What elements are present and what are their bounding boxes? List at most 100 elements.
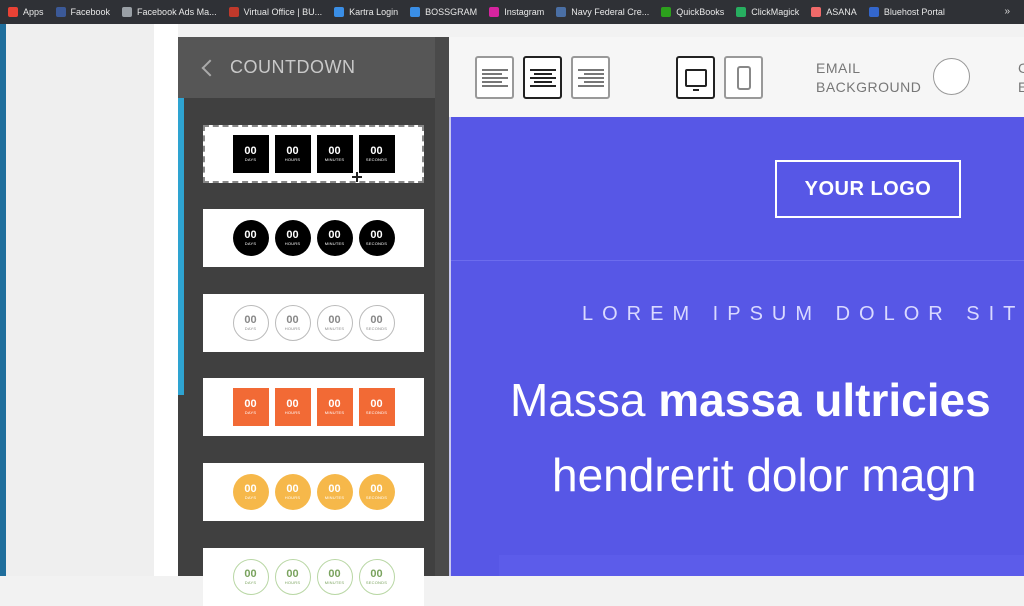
- countdown-value: 00: [244, 145, 257, 157]
- countdown-value: 00: [370, 229, 383, 241]
- countdown-value: 00: [328, 568, 341, 580]
- countdown-unit: 00 SECONDS: [358, 220, 395, 256]
- countdown-unit-label: SECONDS: [365, 326, 388, 331]
- preview-headline-line2[interactable]: hendrerit dolor magn: [552, 448, 976, 502]
- countdown-style-green-outline-circles[interactable]: 00 DAYS 00 HOURS 00 MINUTES 00 SECONDS: [203, 548, 424, 606]
- align-left-button[interactable]: [475, 56, 514, 99]
- bookmark-label: BOSSGRAM: [425, 7, 478, 17]
- email-background-label: EMAIL BACKGROUND: [816, 59, 926, 97]
- content-background-line2: E: [1018, 79, 1024, 95]
- bookmark-label: Facebook: [70, 7, 111, 17]
- countdown-unit: 00 DAYS: [232, 474, 269, 510]
- bookmark-item[interactable]: BOSSGRAM: [410, 7, 477, 17]
- countdown-value: 00: [328, 145, 341, 157]
- bookmark-item[interactable]: Bluehost Portal: [868, 7, 945, 17]
- globe-icon: [556, 7, 567, 17]
- countdown-unit: 00 DAYS: [232, 305, 269, 341]
- bookmark-label: Virtual Office | BU...: [243, 7, 323, 17]
- bookmark-item[interactable]: ASANA: [811, 7, 857, 17]
- countdown-unit: 00 MINUTES: [316, 388, 353, 426]
- preview-headline-line1[interactable]: Massa massa ultricies: [510, 373, 991, 427]
- bookmark-label: Bluehost Portal: [883, 7, 945, 17]
- countdown-value: 00: [244, 483, 257, 495]
- countdown-unit-label: DAYS: [244, 241, 257, 246]
- headline-regular: Massa: [510, 374, 659, 426]
- bluehost-icon: [868, 7, 879, 17]
- countdown-style-yellow-circles[interactable]: 00 DAYS 00 HOURS 00 MINUTES 00 SECONDS: [203, 463, 424, 521]
- back-chevron-icon[interactable]: [201, 59, 219, 76]
- countdown-style-black-squares[interactable]: 00 DAYS 00 HOURS 00 MINUTES 00 SECONDS: [203, 125, 424, 183]
- countdown-value: 00: [244, 568, 257, 580]
- countdown-value: 00: [328, 483, 341, 495]
- mobile-view-button[interactable]: [724, 56, 763, 99]
- bookmark-item[interactable]: Facebook Ads Ma...: [122, 7, 217, 17]
- email-preview[interactable]: YOUR LOGO LOREM IPSUM DOLOR SIT Massa ma…: [449, 117, 1024, 576]
- clickmagick-icon: [736, 7, 747, 17]
- countdown-value: 00: [370, 398, 383, 410]
- bookmark-item[interactable]: Kartra Login: [334, 7, 398, 17]
- countdown-value: 00: [370, 568, 383, 580]
- countdown-unit-label: HOURS: [284, 241, 301, 246]
- countdown-unit-label: SECONDS: [365, 410, 388, 415]
- bookmark-item[interactable]: QuickBooks: [661, 7, 724, 17]
- countdown-unit: 00 DAYS: [232, 388, 269, 426]
- countdown-unit: 00 HOURS: [274, 559, 311, 595]
- instagram-icon: [489, 7, 500, 17]
- left-margin: [154, 24, 178, 576]
- bookmark-item[interactable]: Virtual Office | BU...: [228, 7, 323, 17]
- countdown-unit-label: DAYS: [244, 157, 257, 162]
- countdown-unit-label: MINUTES: [324, 241, 345, 246]
- desktop-icon: [684, 68, 707, 91]
- content-background-label: C E: [1018, 59, 1024, 97]
- countdown-unit-label: SECONDS: [365, 157, 388, 162]
- bookmark-label: QuickBooks: [676, 7, 725, 17]
- bookmark-label: Kartra Login: [349, 7, 399, 17]
- countdown-value: 00: [328, 398, 341, 410]
- countdown-unit-label: DAYS: [244, 326, 257, 331]
- preview-kicker[interactable]: LOREM IPSUM DOLOR SIT: [582, 303, 1024, 326]
- countdown-unit: 00 DAYS: [232, 135, 269, 173]
- logo-placeholder[interactable]: YOUR LOGO: [775, 160, 961, 218]
- align-right-icon: [577, 68, 604, 87]
- countdown-unit: 00 MINUTES: [316, 305, 353, 341]
- countdown-unit-label: SECONDS: [365, 241, 388, 246]
- bookmarks-overflow-icon[interactable]: »: [1004, 6, 1010, 17]
- editor-toolbar: EMAIL BACKGROUND C E: [449, 37, 1024, 117]
- countdown-unit-label: MINUTES: [324, 410, 345, 415]
- facebook-icon: [55, 7, 66, 17]
- countdown-unit-label: SECONDS: [365, 580, 388, 585]
- bookmarks-bar: Apps Facebook Facebook Ads Ma... Virtual Of…: [0, 0, 1024, 24]
- countdown-unit-label: HOURS: [284, 326, 301, 331]
- bookmark-item[interactable]: Navy Federal Cre...: [556, 7, 649, 17]
- countdown-unit: 00 SECONDS: [358, 474, 395, 510]
- align-right-button[interactable]: [571, 56, 610, 99]
- bookmark-item[interactable]: ClickMagick: [736, 7, 799, 17]
- bookmark-item[interactable]: Facebook: [55, 7, 111, 17]
- countdown-style-orange-squares[interactable]: 00 DAYS 00 HOURS 00 MINUTES 00 SECONDS: [203, 378, 424, 436]
- preview-edge: [449, 117, 451, 576]
- move-cursor-icon: [352, 172, 362, 182]
- asana-icon: [811, 7, 822, 17]
- align-center-button[interactable]: [523, 56, 562, 99]
- bookmark-item[interactable]: Apps: [8, 7, 44, 17]
- left-gutter: [6, 24, 154, 576]
- countdown-unit-label: MINUTES: [324, 157, 345, 162]
- page-icon: [122, 7, 133, 17]
- countdown-value: 00: [286, 483, 299, 495]
- countdown-style-black-circles[interactable]: 00 DAYS 00 HOURS 00 MINUTES 00 SECONDS: [203, 209, 424, 267]
- countdown-unit: 00 DAYS: [232, 220, 269, 256]
- countdown-unit: 00 MINUTES: [316, 474, 353, 510]
- countdown-style-outline-circles[interactable]: 00 DAYS 00 HOURS 00 MINUTES 00 SECONDS: [203, 294, 424, 352]
- countdown-unit-label: MINUTES: [324, 580, 345, 585]
- countdown-unit: 00 HOURS: [274, 135, 311, 173]
- email-background-color-swatch[interactable]: [933, 58, 970, 95]
- email-background-line2: BACKGROUND: [816, 79, 922, 95]
- panel-scrollbar[interactable]: [435, 37, 449, 576]
- countdown-value: 00: [244, 229, 257, 241]
- bookmark-item[interactable]: Instagram: [489, 7, 544, 17]
- bookmark-label: Instagram: [504, 7, 545, 17]
- countdown-unit: 00 HOURS: [274, 220, 311, 256]
- countdown-unit-label: MINUTES: [324, 326, 345, 331]
- section-divider: [451, 260, 1024, 261]
- desktop-view-button[interactable]: [676, 56, 715, 99]
